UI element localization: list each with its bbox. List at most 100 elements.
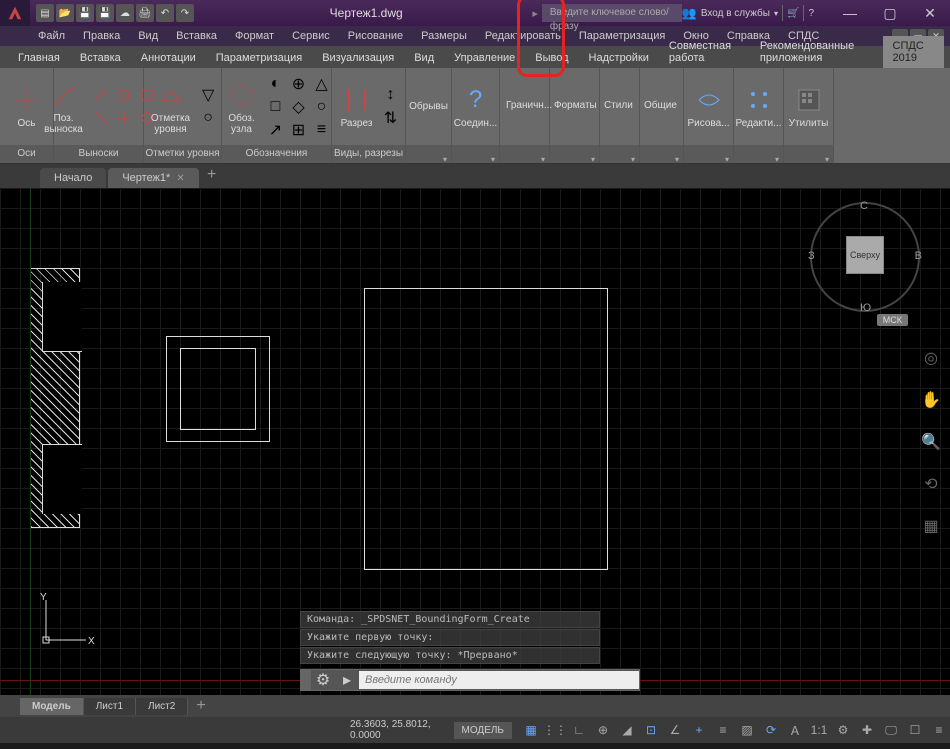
sb-plus-icon[interactable]: ✚ [856,720,878,740]
menu-file[interactable]: Файл [30,28,73,44]
sb-polar-icon[interactable]: ⊕ [592,720,614,740]
menu-edit[interactable]: Правка [75,28,128,44]
menu-dimensions[interactable]: Размеры [413,28,475,44]
leader-tool2-icon[interactable] [114,85,134,105]
menu-format[interactable]: Формат [227,28,282,44]
sb-iso-icon[interactable]: ◢ [616,720,638,740]
status-model-button[interactable]: МОДЕЛЬ [454,722,512,739]
cart-icon[interactable]: 🛒 [787,8,799,19]
panel-marks-label[interactable]: Отметки уровня [144,145,221,163]
oboz6-icon[interactable]: ○ [312,97,332,117]
razrez2-icon[interactable]: ⇅ [381,108,401,128]
layout-sheet2[interactable]: Лист2 [136,698,188,715]
wcs-badge[interactable]: МСК [877,314,908,326]
sb-iso2-icon[interactable]: ☐ [904,720,926,740]
ribbon-tab-output[interactable]: Вывод [525,48,578,68]
maximize-button[interactable]: ▢ [870,0,910,26]
ribbon-tab-parametric[interactable]: Параметризация [206,48,312,68]
close-button[interactable]: ✕ [910,0,950,26]
panel-razrez-label[interactable]: Виды, разрезы [332,145,405,163]
qat-save-icon[interactable]: 💾 [76,4,94,22]
node-mark-button[interactable]: Обоз. узла [222,77,262,137]
layout-sheet1[interactable]: Лист1 [84,698,136,715]
oboz1-icon[interactable]: ◐ [266,74,286,94]
cmdbar-chevron-icon[interactable]: ▸ [335,670,359,690]
viewcube-top[interactable]: Сверху [846,236,884,274]
panel-axes-label[interactable]: Оси [0,145,53,163]
sb-ortho-icon[interactable]: ∟ [568,720,590,740]
cmdbar-settings-icon[interactable]: ⚙ [311,670,335,690]
menu-draw[interactable]: Рисование [340,28,411,44]
sb-custom-icon[interactable]: ≡ [928,720,950,740]
ribbon-tab-home[interactable]: Главная [8,48,70,68]
panel-oboz-label[interactable]: Обозначения [222,145,331,163]
menu-view[interactable]: Вид [130,28,166,44]
viewcube[interactable]: Сверху С Ю З В [810,202,920,312]
filetab-drawing1[interactable]: Чертеж1*✕ [108,168,198,188]
oboz7-icon[interactable]: ↗ [266,120,286,140]
razrez1-icon[interactable]: ↕ [381,85,401,105]
cmdbar-grip[interactable] [301,670,311,690]
oboz5-icon[interactable]: ◇ [289,97,309,117]
command-input[interactable] [359,671,639,689]
nav-wheel-icon[interactable]: ◎ [920,348,942,370]
drawing-canvas[interactable]: YX Сверху С Ю З В МСК ◎ ✋ 🔍 ⟲ ▦ Команда:… [0,188,950,695]
oboz2-icon[interactable]: ⊕ [289,74,309,94]
ribbon-tab-spds[interactable]: СПДС 2019 [883,36,944,68]
qat-plot-icon[interactable]: 🖨 [136,4,154,22]
layout-add-button[interactable]: + [188,697,213,715]
help-search-input[interactable]: Введите ключевое слово/фразу [542,4,682,22]
sb-osnap-icon[interactable]: ⊡ [640,720,662,740]
ucs-icon[interactable]: YX [36,590,96,655]
user-icon[interactable]: 👥 [682,6,697,20]
viewcube-e[interactable]: В [915,250,922,262]
nav-pan-icon[interactable]: ✋ [920,390,942,412]
ribbon-tab-collab[interactable]: Совместная работа [659,36,750,68]
menu-insert[interactable]: Вставка [168,28,225,44]
nav-zoom-icon[interactable]: 🔍 [920,432,942,454]
level-mark-button[interactable]: Отметка уровня [147,77,194,137]
ribbon-tab-visualize[interactable]: Визуализация [312,48,404,68]
sb-snap-icon[interactable]: ⋮⋮ [544,720,566,740]
qat-undo-icon[interactable]: ↶ [156,4,174,22]
ribbon-tab-view[interactable]: Вид [404,48,444,68]
nav-showmotion-icon[interactable]: ▦ [920,516,942,538]
sb-cycle-icon[interactable]: ⟳ [760,720,782,740]
mark-tool2-icon[interactable]: ○ [198,108,218,128]
section-button[interactable]: Разрез [337,82,377,131]
ribbon-tab-insert[interactable]: Вставка [70,48,131,68]
leader-tool-icon[interactable] [91,85,111,105]
sb-otrack-icon[interactable]: ∠ [664,720,686,740]
nav-orbit-icon[interactable]: ⟲ [920,474,942,496]
qat-new-icon[interactable]: ▤ [36,4,54,22]
qat-redo-icon[interactable]: ↷ [176,4,194,22]
utilities-button[interactable]: Утилиты [785,82,833,131]
menu-service[interactable]: Сервис [284,28,338,44]
help-icon[interactable]: ? [808,8,814,19]
oboz4-icon[interactable]: □ [266,97,286,117]
sb-scale-icon[interactable]: 1:1 [808,720,830,740]
filetab-add-button[interactable]: + [201,162,223,188]
sb-gear-icon[interactable]: ⚙ [832,720,854,740]
ribbon-tab-manage[interactable]: Управление [444,48,525,68]
mark-tool1-icon[interactable]: ▽ [198,85,218,105]
viewcube-s[interactable]: Ю [860,302,871,314]
oboz8-icon[interactable]: ⊞ [289,120,309,140]
sb-trans-icon[interactable]: ▨ [736,720,758,740]
viewcube-n[interactable]: С [860,200,868,212]
minimize-button[interactable]: — [830,0,870,26]
sb-anno-icon[interactable]: Ａ [784,720,806,740]
oboz9-icon[interactable]: ≡ [312,120,332,140]
app-logo[interactable] [0,0,30,26]
close-icon[interactable]: ✕ [176,173,184,184]
qat-cloud-icon[interactable]: ☁ [116,4,134,22]
panel-vynoski-label[interactable]: Выноски [54,145,143,163]
filetab-start[interactable]: Начало [40,168,106,188]
qat-saveas-icon[interactable]: 💾 [96,4,114,22]
layout-model[interactable]: Модель [20,698,84,715]
leader-tool5-icon[interactable] [114,108,134,128]
sb-dyn-icon[interactable]: + [688,720,710,740]
oboz3-icon[interactable]: △ [312,74,332,94]
login-link[interactable]: Вход в службы [701,8,770,19]
join-button[interactable]: ?Соедин... [450,82,501,131]
